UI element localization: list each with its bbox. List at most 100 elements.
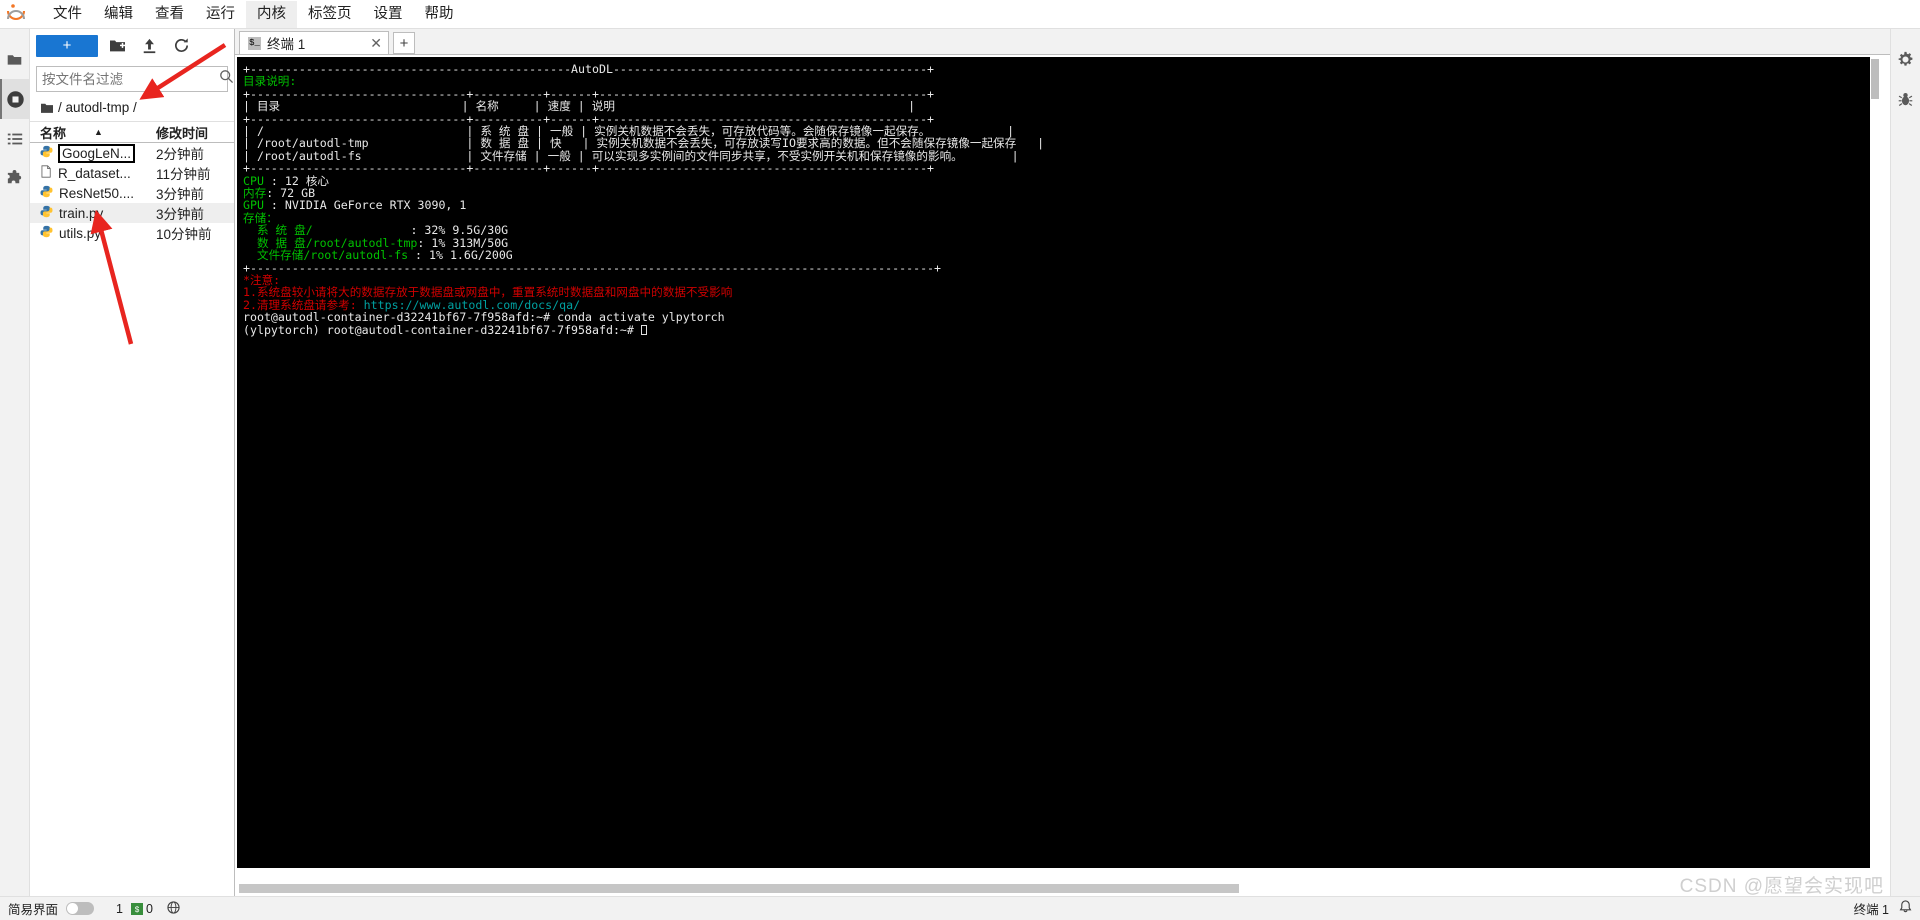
terminal-divider: +---------------------------------------…: [243, 260, 942, 275]
notification-bell-icon[interactable]: [1899, 900, 1912, 917]
spec-value: NVIDIA GeForce RTX 3090, 1: [284, 198, 467, 213]
file-name: utils.py: [59, 225, 102, 241]
breadcrumb[interactable]: / autodl-tmp /: [30, 98, 234, 121]
refresh-icon: [174, 38, 188, 52]
menu-settings[interactable]: 设置: [363, 1, 414, 28]
storage-pad: [408, 248, 415, 262]
terminal-container: +---------------------------------------…: [235, 55, 1890, 882]
storage-name: 文件存储: [256, 248, 304, 263]
status-terminal-label[interactable]: 终端 1: [1854, 899, 1889, 918]
file-modified: 3分钟前: [156, 187, 205, 202]
file-filter-input[interactable]: [42, 71, 219, 87]
python-file-icon: [40, 225, 53, 241]
terminal-count: 1: [116, 901, 123, 916]
file-filter-box[interactable]: [36, 66, 234, 92]
sidebar-item-extensions[interactable]: [0, 159, 30, 199]
file-browser-panel: + 按文件名过滤 / autodl-tmp / 名称 ▲ 修改时间 GoogLe…: [30, 29, 235, 896]
left-activity-bar: [0, 29, 30, 896]
file-modified: 2分钟前: [156, 147, 205, 162]
new-launcher-button[interactable]: +: [36, 34, 98, 57]
python-file-icon: [40, 185, 53, 201]
refresh-button[interactable]: [168, 35, 194, 57]
terminal-line: 目录说明:: [243, 74, 297, 89]
list-item[interactable]: train.py 3分钟前: [30, 203, 234, 223]
sort-ascending-icon[interactable]: ▲: [94, 127, 103, 137]
file-modified: 11分钟前: [156, 167, 211, 182]
terminal-vertical-scrollbar[interactable]: [1870, 57, 1880, 868]
close-icon[interactable]: ✕: [370, 36, 382, 50]
debugger-button[interactable]: [1891, 79, 1920, 119]
file-filter-wrapper: [30, 62, 234, 98]
menu-file[interactable]: 文件: [42, 1, 93, 28]
property-inspector-button[interactable]: [1891, 39, 1920, 79]
upload-button[interactable]: [136, 35, 162, 57]
main-dock-area: $_ 终端 1 ✕ + +---------------------------…: [235, 29, 1890, 896]
jupyterlab-window: 文件 编辑 查看 运行 内核 标签页 设置 帮助 + 按文件名过滤 / auto…: [0, 0, 1920, 920]
menu-edit[interactable]: 编辑: [93, 1, 144, 28]
list-item[interactable]: ResNet50.... 3分钟前: [30, 183, 234, 203]
terminal-storage-row: 文件存储/root/autodl-fs : 1% 1.6G/200G: [243, 249, 1880, 261]
kernel-icon: $: [130, 902, 143, 915]
sidebar-item-commands[interactable]: [0, 119, 30, 159]
python-file-icon: [40, 145, 53, 161]
terminal-icon: $_: [248, 36, 261, 50]
storage-path: /root/autodl-fs: [303, 248, 409, 263]
stop-circle-icon: [7, 90, 24, 108]
file-name: ResNet50....: [59, 185, 135, 201]
gear-icon: [1898, 51, 1913, 66]
right-activity-bar: [1890, 29, 1920, 896]
svg-text:$: $: [135, 906, 140, 915]
menu-run[interactable]: 运行: [195, 1, 246, 28]
list-item[interactable]: GoogLeN... 2分钟前: [30, 143, 234, 163]
tab-label: 终端 1: [267, 37, 306, 52]
file-list: GoogLeN... 2分钟前 R_dataset... 11分钟前 ResNe…: [30, 143, 234, 896]
simple-interface-toggle[interactable]: [66, 902, 95, 915]
menu-help[interactable]: 帮助: [414, 1, 465, 28]
tab-bar: $_ 终端 1 ✕ +: [235, 29, 1890, 55]
bug-icon: [1898, 92, 1913, 106]
generic-file-icon: [40, 165, 52, 181]
file-modified: 10分钟前: [156, 227, 212, 242]
column-header-modified[interactable]: 修改时间: [156, 123, 234, 142]
list-item[interactable]: R_dataset... 11分钟前: [30, 163, 234, 183]
add-tab-button[interactable]: +: [393, 32, 415, 54]
terminal-line: +---------------------------------------…: [243, 62, 935, 76]
list-item[interactable]: utils.py 10分钟前: [30, 223, 234, 243]
file-modified: 3分钟前: [156, 207, 205, 222]
simple-interface-label: 简易界面: [8, 903, 59, 917]
terminal-spec-cpu: CPU : 12 核心: [243, 174, 1880, 187]
breadcrumb-path: / autodl-tmp /: [58, 100, 137, 115]
menu-view[interactable]: 查看: [144, 1, 195, 28]
folder-icon: [7, 54, 22, 65]
terminal-line: | /root/autodl-tmp | 数 据 盘 | 快 | 实例关机数据不…: [243, 136, 1045, 151]
file-list-header: 名称 ▲ 修改时间: [30, 121, 234, 143]
storage-sep: :: [415, 248, 430, 263]
terminal-cursor: [640, 324, 647, 335]
storage-value: 1% 1.6G/200G: [429, 248, 513, 263]
menu-kernel[interactable]: 内核: [246, 0, 297, 28]
terminal-horizontal-scrollbar[interactable]: [237, 882, 1880, 896]
terminal-line: +-------------------------------+-------…: [243, 161, 935, 176]
python-file-icon: [40, 205, 53, 221]
list-icon: [7, 133, 22, 145]
kernel-status[interactable]: $ 0: [130, 902, 153, 916]
new-folder-button[interactable]: [104, 35, 130, 57]
file-name: GoogLeN...: [58, 143, 136, 163]
terminal-spec-memory: 内存: 72 GB: [243, 187, 1880, 199]
folder-icon: [41, 103, 53, 113]
terminal-line: | 目录 | 名称 | 速度 | 说明 |: [243, 99, 916, 114]
file-name: R_dataset...: [58, 165, 131, 181]
menu-tabs[interactable]: 标签页: [297, 1, 363, 28]
column-header-name[interactable]: 名称: [40, 123, 66, 142]
menu-bar: 文件 编辑 查看 运行 内核 标签页 设置 帮助: [0, 0, 1920, 29]
terminal-spec-gpu: GPU : NVIDIA GeForce RTX 3090, 1: [243, 199, 1880, 211]
tab-terminal-1[interactable]: $_ 终端 1 ✕: [239, 31, 389, 54]
terminal-output[interactable]: +---------------------------------------…: [237, 57, 1880, 868]
new-folder-icon: [109, 40, 125, 52]
sidebar-item-file-browser[interactable]: [0, 39, 30, 79]
upload-icon: [143, 38, 155, 53]
status-bar: 简易界面 1 $ 0 终端 1: [0, 896, 1920, 920]
globe-icon[interactable]: [167, 900, 180, 917]
sidebar-item-running-terminals[interactable]: [0, 79, 30, 119]
prompt-prefix: (ylpytorch) root@autodl-container-d32241…: [243, 322, 641, 337]
